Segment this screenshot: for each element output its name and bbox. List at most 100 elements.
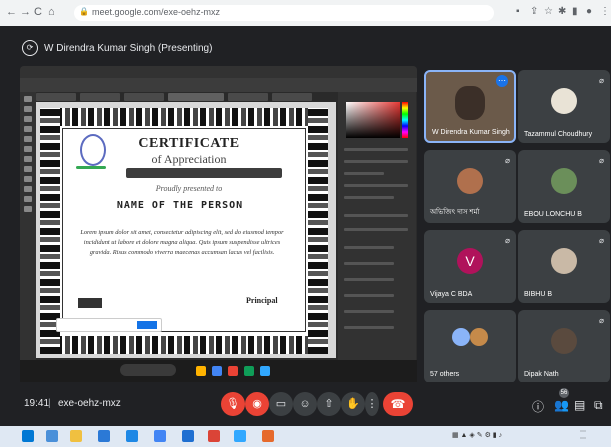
participant-name: অভিজিৎ দাস শর্মা xyxy=(430,209,480,216)
participant-tile[interactable]: ⌀ V Vijaya C BDA xyxy=(424,230,516,303)
lock-icon: 🔒 xyxy=(79,7,89,16)
text-selection-toolbar[interactable] xyxy=(126,168,282,178)
taskbar-app-icon[interactable] xyxy=(98,430,110,442)
menu-dots-icon[interactable]: ⋮ xyxy=(600,6,610,17)
leave-call-button[interactable]: ☎ xyxy=(383,392,413,416)
raise-hand-button[interactable]: ✋ xyxy=(341,392,365,416)
more-options-icon[interactable]: ⋯ xyxy=(496,75,508,87)
avatar xyxy=(551,328,577,354)
tool-icon xyxy=(24,166,32,172)
taskbar-app-icon[interactable] xyxy=(70,430,82,442)
participant-name: Dipak Nath xyxy=(524,371,559,378)
mic-off-icon: ⌀ xyxy=(599,316,604,325)
forward-icon[interactable]: → xyxy=(20,6,31,18)
people-icon[interactable]: 👥 xyxy=(554,398,569,412)
panel-row xyxy=(344,160,408,163)
shared-screen-search xyxy=(120,364,176,376)
url-text: meet.google.com/exe-oehz-mxz xyxy=(92,7,221,17)
doc-tab xyxy=(124,93,164,101)
tool-icon xyxy=(24,106,32,112)
layer-row xyxy=(344,326,394,329)
participant-name: BIBHU B xyxy=(524,291,553,298)
panel-row xyxy=(344,184,408,187)
video-feed xyxy=(455,86,485,120)
participant-tile[interactable]: ⌀ Tazammul Choudhury xyxy=(518,70,610,143)
app-icon xyxy=(228,366,238,376)
app-icon xyxy=(260,366,270,376)
taskbar-app-icon[interactable] xyxy=(262,430,274,442)
participant-tile[interactable]: ⌀ অভিজিৎ দাস শর্মা xyxy=(424,150,516,223)
start-icon[interactable] xyxy=(22,430,34,442)
doc-tab xyxy=(80,93,120,101)
address-bar[interactable]: 🔒 meet.google.com/exe-oehz-mxz xyxy=(74,5,494,21)
bookmark-star-icon[interactable]: ☆ xyxy=(544,6,553,17)
app-icon xyxy=(244,366,254,376)
tool-icon xyxy=(24,196,32,202)
taskbar-app-icon[interactable] xyxy=(234,430,246,442)
system-clock[interactable]: ⋯ ⋯ xyxy=(580,429,586,443)
separator: | xyxy=(48,398,51,409)
tool-icon xyxy=(24,146,32,152)
participant-name: EBOU LONCHU B xyxy=(524,211,582,218)
avatar xyxy=(551,168,577,194)
avatar xyxy=(551,88,577,114)
certificate-body: Lorem ipsum dolor sit amet, consectetur … xyxy=(80,229,284,256)
mic-off-button[interactable]: 🎙 xyxy=(221,392,245,416)
doc-tab xyxy=(36,93,76,101)
certificate-recipient: NAME OF THE PERSON xyxy=(116,200,244,211)
system-tray[interactable]: ▦ ▲ ◈ ✎ ⚙ ▮ ♪ xyxy=(452,431,502,439)
presenter-chip: ⟳ W Direndra Kumar Singh (Presenting) xyxy=(22,38,212,58)
captions-button[interactable]: ▭ xyxy=(269,392,293,416)
tool-icon xyxy=(24,116,32,122)
layer-row xyxy=(344,310,394,313)
home-icon[interactable]: ⌂ xyxy=(48,6,55,18)
panel-row xyxy=(344,196,394,199)
panel-row xyxy=(344,172,384,175)
browser-toolbar: ← → C ⌂ 🔒 meet.google.com/exe-oehz-mxz ▪… xyxy=(0,0,611,27)
info-icon[interactable]: ⓘ xyxy=(532,398,544,415)
more-options-button[interactable]: ⋮ xyxy=(365,392,379,416)
certificate-border xyxy=(40,108,328,126)
app-menubar xyxy=(20,66,417,78)
sidebar-icon[interactable]: ▮ xyxy=(572,6,578,17)
tool-icon xyxy=(24,136,32,142)
others-tile[interactable]: 57 others xyxy=(424,310,516,383)
meeting-code: exe-oehz-mxz xyxy=(58,398,121,409)
avatar xyxy=(457,168,483,194)
present-button[interactable]: ⇧ xyxy=(317,392,341,416)
others-count: 57 others xyxy=(430,371,460,378)
certificate-subtitle: of Appreciation xyxy=(151,152,227,166)
app-icon xyxy=(212,366,222,376)
tool-icon xyxy=(24,206,32,212)
back-icon[interactable]: ← xyxy=(6,6,17,18)
extension-icon[interactable]: ▪ xyxy=(516,6,520,17)
taskbar-app-icon[interactable] xyxy=(46,430,58,442)
panel-row xyxy=(344,214,408,217)
hue-slider xyxy=(402,102,408,138)
participant-tile[interactable]: ⌀ EBOU LONCHU B xyxy=(518,150,610,223)
reload-icon[interactable]: C xyxy=(34,6,42,18)
taskbar-app-icon[interactable] xyxy=(154,430,166,442)
layer-row xyxy=(344,262,394,265)
certificate-border xyxy=(308,108,328,354)
tool-icon xyxy=(24,186,32,192)
seal-icon xyxy=(80,134,106,166)
layer-row xyxy=(344,246,394,249)
participant-tile[interactable]: ⌀ Dipak Nath xyxy=(518,310,610,383)
chrome-taskbar-icon[interactable] xyxy=(208,430,220,442)
people-count-badge: 56 xyxy=(559,388,569,398)
share-icon[interactable]: ⇪ xyxy=(530,6,538,17)
emoji-button[interactable]: ☺ xyxy=(293,392,317,416)
activities-icon[interactable]: ⧉ xyxy=(594,398,603,413)
participant-tile[interactable]: ⌀ BIBHU B xyxy=(518,230,610,303)
tool-icon xyxy=(24,126,32,132)
puzzle-icon[interactable]: ✱ xyxy=(558,6,566,17)
camera-off-button[interactable]: ◉ xyxy=(245,392,269,416)
mic-off-icon: ⌀ xyxy=(505,156,510,165)
taskbar-app-icon[interactable] xyxy=(182,430,194,442)
chat-icon[interactable]: ▤ xyxy=(574,398,585,412)
profile-icon[interactable]: ● xyxy=(586,6,592,17)
taskbar-app-icon[interactable] xyxy=(126,430,138,442)
doc-tab-active xyxy=(168,93,224,101)
certificate-border xyxy=(40,336,328,354)
